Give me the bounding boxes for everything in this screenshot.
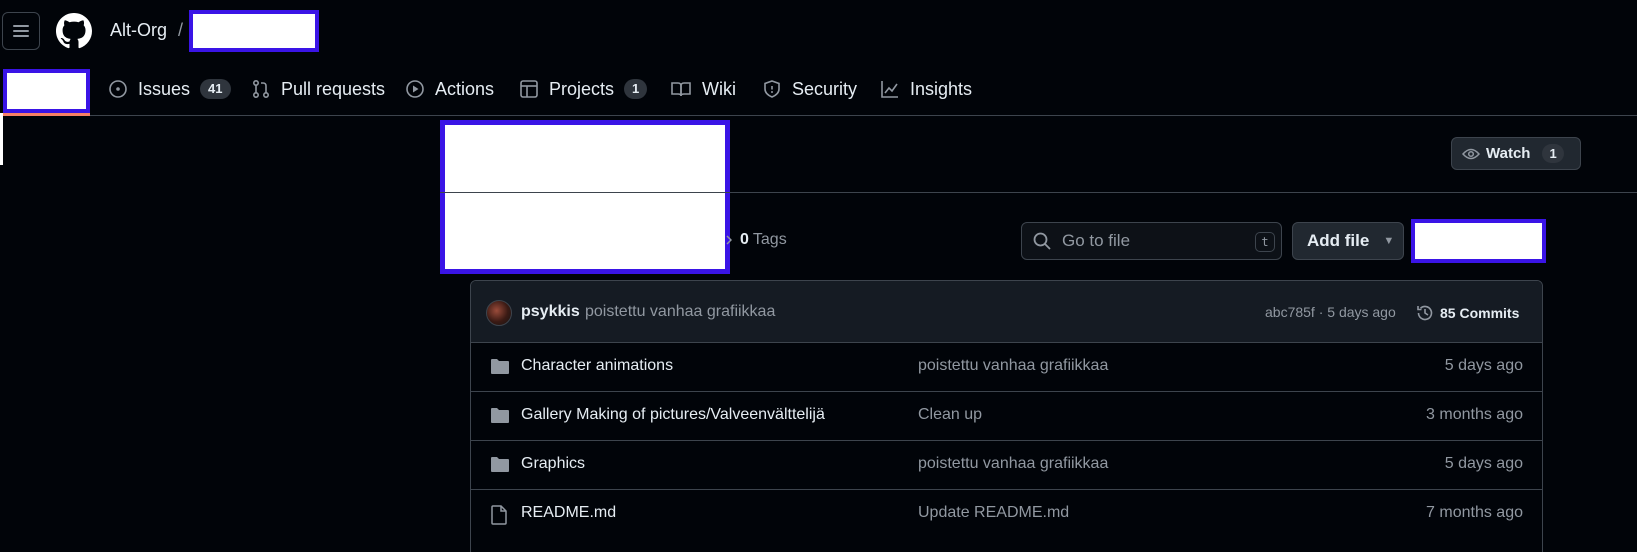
github-logo-icon[interactable] [56, 13, 92, 49]
file-commit-message[interactable]: Clean up [918, 406, 982, 424]
tab-wiki-label: Wiki [702, 78, 736, 99]
folder-icon [491, 359, 509, 374]
redacted-repo-header [440, 120, 730, 274]
chevron-down-icon: ▼ [1383, 235, 1395, 247]
commits-link[interactable]: 85 Commits [1415, 303, 1519, 323]
tab-pull-requests-label: Pull requests [281, 78, 386, 99]
commits-label: 85 Commits [1440, 305, 1520, 321]
go-to-file-placeholder: Go to file [1062, 231, 1131, 250]
watch-button[interactable]: Watch 1 [1451, 137, 1581, 170]
table-row[interactable]: Graphics poistettu vanhaa grafiikkaa 5 d… [471, 441, 1542, 490]
redacted-code-tab[interactable] [3, 69, 90, 113]
tab-security[interactable]: Security [762, 76, 857, 102]
file-listing: psykkis poistettu vanhaa grafiikkaa abc7… [470, 280, 1543, 552]
tab-insights-label: Insights [910, 78, 973, 99]
file-commit-message[interactable]: poistettu vanhaa grafiikkaa [918, 357, 1108, 375]
tag-icon [726, 235, 732, 245]
file-commit-message[interactable]: poistettu vanhaa grafiikkaa [918, 455, 1108, 473]
left-edge-marker [0, 113, 3, 165]
search-icon [1033, 232, 1051, 250]
tab-projects[interactable]: Projects 1 [519, 76, 648, 102]
watch-label: Watch [1486, 145, 1531, 162]
graph-icon [881, 81, 898, 98]
book-icon [671, 82, 691, 97]
folder-icon [491, 408, 509, 423]
tab-projects-label: Projects [549, 78, 615, 99]
tab-actions-label: Actions [435, 78, 495, 99]
go-to-file-input[interactable]: Go to file t [1021, 222, 1282, 260]
redacted-repo-name [189, 10, 319, 52]
table-row[interactable]: README.md Update README.md 7 months ago [471, 490, 1542, 539]
table-row[interactable]: Gallery Making of pictures/Valveenvältte… [471, 392, 1542, 441]
eye-icon [1462, 148, 1480, 159]
projects-counter: 1 [624, 79, 648, 99]
commit-meta[interactable]: abc785f · 5 days ago [1265, 304, 1396, 320]
avatar[interactable] [486, 300, 512, 326]
file-name[interactable]: Character animations [521, 357, 673, 375]
file-name[interactable]: Gallery Making of pictures/Valveenvältte… [521, 406, 825, 424]
tags-link[interactable]: 0 Tags [726, 231, 787, 249]
shortcut-key: t [1255, 232, 1275, 252]
path-separator: / [178, 20, 184, 40]
file-date: 5 days ago [1444, 357, 1523, 374]
pull-request-icon [252, 79, 270, 99]
add-file-button[interactable]: Add file ▼ [1292, 222, 1404, 260]
add-file-label: Add file [1307, 231, 1370, 250]
header-divider [440, 192, 1637, 193]
tab-pull-requests[interactable]: Pull requests [251, 76, 385, 102]
menu-button[interactable] [2, 12, 40, 50]
file-name[interactable]: Graphics [521, 455, 585, 473]
history-icon [1417, 305, 1433, 321]
tab-actions[interactable]: Actions [405, 76, 494, 102]
redacted-code-button[interactable] [1411, 219, 1546, 263]
tags-count: 0 [740, 231, 749, 248]
play-icon [406, 80, 424, 98]
file-name[interactable]: README.md [521, 504, 616, 522]
table-icon [520, 80, 538, 98]
commit-author[interactable]: psykkis [521, 303, 580, 321]
issue-icon [109, 80, 127, 98]
watch-count: 1 [1542, 144, 1564, 163]
tab-security-label: Security [792, 78, 858, 99]
tab-wiki[interactable]: Wiki [670, 76, 736, 102]
active-tab-underline [3, 113, 90, 116]
org-link[interactable]: Alt-Org [110, 20, 167, 41]
top-bar: Alt-Org / [0, 0, 1637, 62]
tab-issues-label: Issues [138, 78, 191, 99]
commit-message[interactable]: poistettu vanhaa grafiikkaa [585, 303, 775, 321]
tags-label: Tags [752, 231, 787, 248]
latest-commit-row: psykkis poistettu vanhaa grafiikkaa abc7… [471, 281, 1542, 343]
file-icon [491, 505, 507, 525]
table-row[interactable]: Character animations poistettu vanhaa gr… [471, 343, 1542, 392]
folder-icon [491, 457, 509, 472]
tab-insights[interactable]: Insights [880, 76, 972, 102]
hamburger-icon [13, 25, 29, 37]
tab-issues[interactable]: Issues 41 [108, 76, 231, 102]
file-commit-message[interactable]: Update README.md [918, 504, 1069, 522]
file-date: 3 months ago [1426, 406, 1523, 423]
file-date: 7 months ago [1426, 504, 1523, 521]
shield-icon [764, 80, 780, 98]
file-date: 5 days ago [1444, 455, 1523, 472]
issues-counter: 41 [200, 79, 231, 99]
